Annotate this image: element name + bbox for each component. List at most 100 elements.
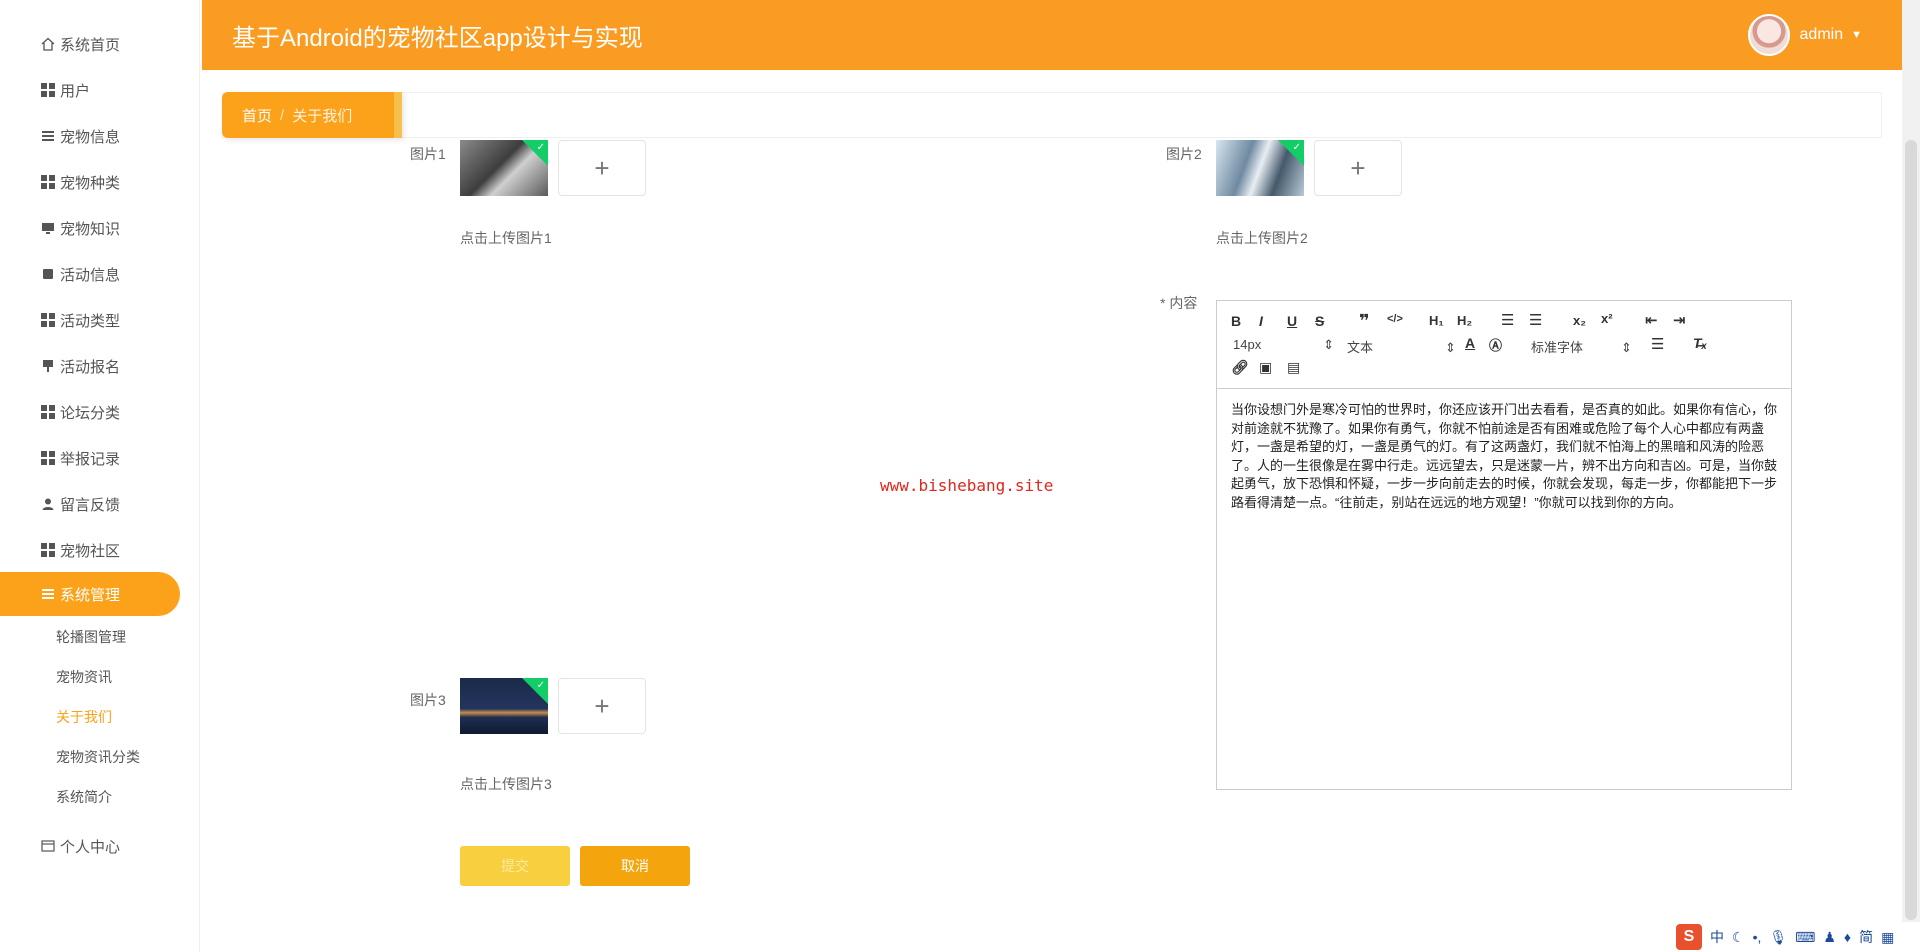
keyboard-icon[interactable]: ⌨ bbox=[1795, 929, 1815, 946]
user-icon[interactable]: ♟ bbox=[1823, 929, 1836, 946]
image1-upload-button[interactable]: + bbox=[558, 140, 646, 196]
heading1-icon[interactable]: H₁ bbox=[1429, 313, 1444, 328]
sidebar-item-users[interactable]: 用户 bbox=[0, 68, 200, 112]
indent-icon[interactable]: ⇥ bbox=[1673, 311, 1686, 329]
select-arrow-icon: ⇕ bbox=[1621, 340, 1632, 355]
align-icon[interactable]: ☰ bbox=[1651, 335, 1664, 353]
image2-thumbnail[interactable]: ✓ bbox=[1216, 140, 1304, 196]
background-color-icon[interactable]: Ⓐ bbox=[1489, 335, 1502, 354]
subscript-icon[interactable]: x₂ bbox=[1573, 313, 1586, 328]
monitor-icon bbox=[40, 220, 56, 236]
sidebar-item-label: 个人中心 bbox=[60, 838, 121, 856]
grid-icon bbox=[40, 312, 56, 328]
ordered-list-icon[interactable]: ☰ bbox=[1501, 311, 1514, 329]
sidebar-item-label: 宠物知识 bbox=[60, 220, 121, 238]
image1-thumbnail[interactable]: ✓ bbox=[460, 140, 548, 196]
video-icon[interactable]: ▤ bbox=[1287, 359, 1300, 376]
sidebar: 系统首页 用户 宠物信息 宠物种类 宠物知识 活动信息 活动类型 活动报名 论坛… bbox=[0, 0, 200, 952]
font-family-select[interactable]: 标准字体 ⇕ bbox=[1531, 337, 1632, 356]
username: admin bbox=[1799, 26, 1844, 43]
grid-icon bbox=[40, 82, 56, 98]
breadcrumb-home[interactable]: 首页 bbox=[242, 105, 272, 126]
top-header: 基于Android的宠物社区app设计与实现 admin ▼ bbox=[202, 0, 1902, 70]
sidebar-item-pet-knowledge[interactable]: 宠物知识 bbox=[0, 206, 200, 250]
image3-hint: 点击上传图片3 bbox=[460, 776, 552, 792]
bullet-list-icon[interactable]: ☰ bbox=[1529, 311, 1542, 329]
font-color-icon[interactable]: A bbox=[1465, 335, 1475, 351]
grid-icon bbox=[40, 404, 56, 420]
superscript-icon[interactable]: x² bbox=[1601, 311, 1613, 326]
sidebar-item-pet-community[interactable]: 宠物社区 bbox=[0, 528, 200, 572]
sidebar-item-home[interactable]: 系统首页 bbox=[0, 22, 200, 66]
clear-format-icon[interactable]: T̶ₓ bbox=[1693, 335, 1707, 351]
image-icon[interactable]: ▣ bbox=[1259, 359, 1272, 376]
sidebar-item-activity-signup[interactable]: 活动报名 bbox=[0, 344, 200, 388]
sidebar-item-label: 宠物社区 bbox=[60, 542, 121, 560]
image3-upload-button[interactable]: + bbox=[558, 678, 646, 734]
sidebar-item-activity-types[interactable]: 活动类型 bbox=[0, 298, 200, 342]
user-menu[interactable]: admin ▼ bbox=[1747, 14, 1862, 56]
page-scrollbar[interactable] bbox=[1902, 0, 1920, 952]
image2-upload-button[interactable]: + bbox=[1314, 140, 1402, 196]
check-icon: ✓ bbox=[522, 140, 548, 166]
check-icon: ✓ bbox=[522, 678, 548, 704]
submit-button[interactable]: 提交 bbox=[460, 846, 570, 886]
sidebar-subitem-system-intro[interactable]: 系统简介 bbox=[56, 782, 112, 812]
grid-icon bbox=[40, 174, 56, 190]
image3-label: 图片3 bbox=[410, 692, 446, 708]
sidebar-item-label: 系统管理 bbox=[60, 586, 121, 604]
sidebar-item-forum-categories[interactable]: 论坛分类 bbox=[0, 390, 200, 434]
outdent-icon[interactable]: ⇤ bbox=[1645, 311, 1658, 329]
sidebar-item-pet-types[interactable]: 宠物种类 bbox=[0, 160, 200, 204]
check-icon: ✓ bbox=[1278, 140, 1304, 166]
grid-icon[interactable]: ▦ bbox=[1881, 929, 1894, 946]
list-icon bbox=[40, 586, 56, 602]
editor-content[interactable]: 当你设想门外是寒冷可怕的世界时，你还应该开门出去看看，是否真的如此。如果你有信心… bbox=[1217, 389, 1791, 524]
sogou-ime-icon[interactable]: S bbox=[1676, 924, 1702, 950]
breadcrumb-separator: / bbox=[280, 106, 285, 124]
code-icon[interactable]: </> bbox=[1387, 313, 1403, 325]
heading2-icon[interactable]: H₂ bbox=[1457, 313, 1472, 328]
moon-icon[interactable]: ☾ bbox=[1732, 929, 1745, 946]
image3-thumbnail[interactable]: ✓ bbox=[460, 678, 548, 734]
sidebar-item-label: 系统首页 bbox=[60, 36, 121, 54]
punctuation-icon[interactable]: •, bbox=[1753, 929, 1762, 945]
sidebar-subitem-carousel[interactable]: 轮播图管理 bbox=[56, 622, 126, 652]
blockquote-icon[interactable]: ❞ bbox=[1359, 311, 1370, 332]
sidebar-subitem-pet-news[interactable]: 宠物资讯 bbox=[56, 662, 112, 692]
content-label: * 内容 bbox=[1160, 295, 1198, 311]
sidebar-item-label: 活动类型 bbox=[60, 312, 121, 330]
sidebar-item-label: 举报记录 bbox=[60, 450, 121, 468]
user-icon bbox=[40, 496, 56, 512]
sidebar-item-activity-info[interactable]: 活动信息 bbox=[0, 252, 200, 296]
select-arrow-icon: ⇕ bbox=[1323, 337, 1335, 352]
skin-icon[interactable]: ♦ bbox=[1844, 929, 1851, 945]
italic-icon[interactable]: I bbox=[1259, 313, 1263, 329]
sidebar-subitem-about-us[interactable]: 关于我们 bbox=[56, 702, 112, 732]
ime-lang[interactable]: 简 bbox=[1859, 927, 1873, 947]
grid-icon bbox=[40, 450, 56, 466]
underline-icon[interactable]: U bbox=[1287, 313, 1297, 329]
image2-hint: 点击上传图片2 bbox=[1216, 230, 1308, 246]
cancel-button[interactable]: 取消 bbox=[580, 846, 690, 886]
sidebar-item-reports[interactable]: 举报记录 bbox=[0, 436, 200, 480]
sidebar-item-label: 宠物信息 bbox=[60, 128, 121, 146]
scrollbar-thumb[interactable] bbox=[1905, 140, 1917, 920]
grid-icon bbox=[40, 542, 56, 558]
font-size-select[interactable]: 14px ⇕ bbox=[1233, 337, 1334, 353]
sidebar-item-personal-center[interactable]: 个人中心 bbox=[0, 824, 200, 868]
avatar bbox=[1747, 14, 1790, 56]
sidebar-item-pet-info[interactable]: 宠物信息 bbox=[0, 114, 200, 158]
header-type-select[interactable]: 文本 ⇕ bbox=[1347, 337, 1456, 356]
sidebar-subitem-pet-news-categories[interactable]: 宠物资讯分类 bbox=[56, 742, 140, 772]
ime-mode[interactable]: 中 bbox=[1710, 927, 1724, 947]
link-icon[interactable]: 🔗︎ bbox=[1231, 359, 1249, 376]
sidebar-item-system-management[interactable]: 系统管理 bbox=[0, 572, 180, 616]
rich-text-editor[interactable]: B I U S ❞ </> H₁ H₂ ☰ ☰ x₂ x² ⇤ ⇥ 14px ⇕ … bbox=[1216, 300, 1792, 790]
microphone-icon[interactable]: 🎙︎ bbox=[1769, 929, 1787, 946]
sidebar-item-feedback[interactable]: 留言反馈 bbox=[0, 482, 200, 526]
bold-icon[interactable]: B bbox=[1231, 313, 1241, 329]
list-icon bbox=[40, 128, 56, 144]
strikethrough-icon[interactable]: S bbox=[1315, 313, 1324, 329]
image1-hint: 点击上传图片1 bbox=[460, 230, 552, 246]
